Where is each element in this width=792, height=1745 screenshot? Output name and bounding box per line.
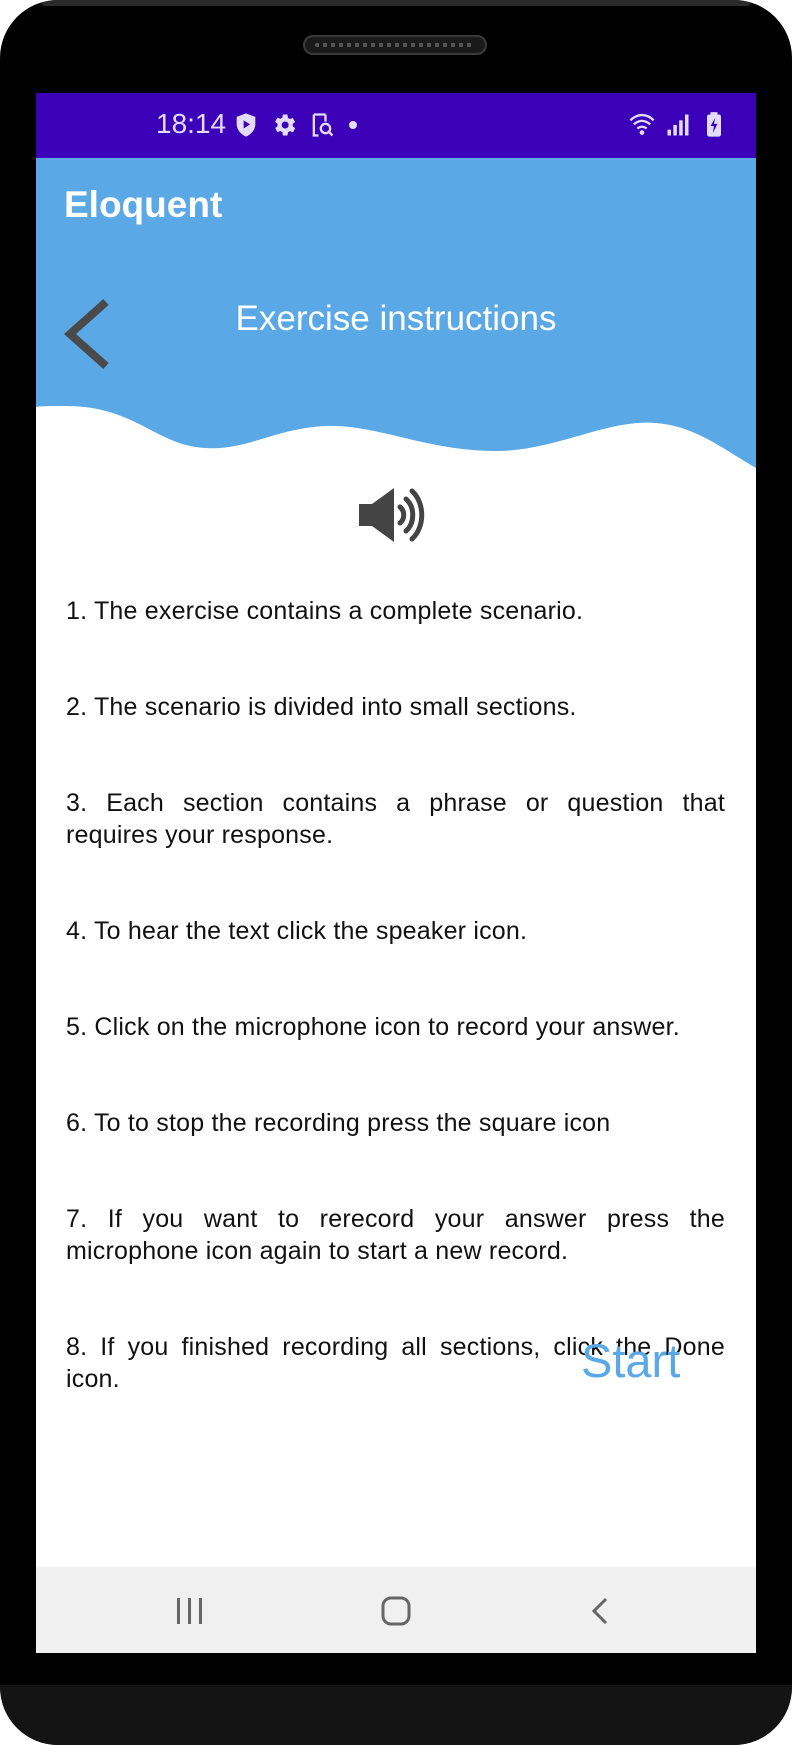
start-button[interactable]: Start [581, 1333, 711, 1389]
page-title: Exercise instructions [235, 299, 557, 338]
navigation-bar [36, 1567, 756, 1653]
instruction-item: 3. Each section contains a phrase or que… [66, 789, 725, 849]
instruction-item: 6. To to stop the recording press the sq… [66, 1109, 611, 1137]
status-bar: 18:14 [36, 93, 756, 158]
status-time: 18:14 [156, 108, 227, 139]
recent-apps-icon[interactable] [155, 1585, 225, 1637]
cellular-signal-icon [667, 114, 689, 136]
home-icon[interactable] [361, 1585, 431, 1637]
phone-frame: 18:14 Eloquent Exercise instructions 1. … [0, 0, 792, 1745]
speaker-icon[interactable] [355, 481, 437, 549]
header-wave [36, 256, 756, 468]
back-icon[interactable] [566, 1585, 636, 1637]
wifi-icon [629, 113, 655, 135]
battery-charging-icon [707, 112, 721, 137]
instruction-item: 7. If you want to rerecord your answer p… [66, 1205, 725, 1265]
instruction-item: 5. Click on the microphone icon to recor… [66, 1013, 680, 1041]
shield-play-icon [236, 113, 256, 137]
earpiece [303, 35, 487, 55]
gear-icon [275, 114, 296, 136]
instruction-item: 4. To hear the text click the speaker ic… [66, 917, 528, 945]
instruction-item: 2. The scenario is divided into small se… [66, 693, 577, 721]
phone-top-edge [40, 0, 752, 6]
screen-search-icon [312, 113, 334, 137]
status-icons-right [628, 107, 728, 143]
instruction-item: 1. The exercise contains a complete scen… [66, 597, 584, 625]
instructions-list: 1. The exercise contains a complete scen… [66, 595, 725, 1395]
phone-bottom-edge [0, 1685, 792, 1745]
app-bar: Eloquent [36, 158, 756, 256]
status-icons-left [232, 107, 360, 143]
dot-icon [349, 121, 357, 129]
screen: 18:14 Eloquent Exercise instructions 1. … [36, 93, 756, 1653]
header: Exercise instructions [36, 256, 756, 486]
app-title: Eloquent [64, 184, 223, 225]
